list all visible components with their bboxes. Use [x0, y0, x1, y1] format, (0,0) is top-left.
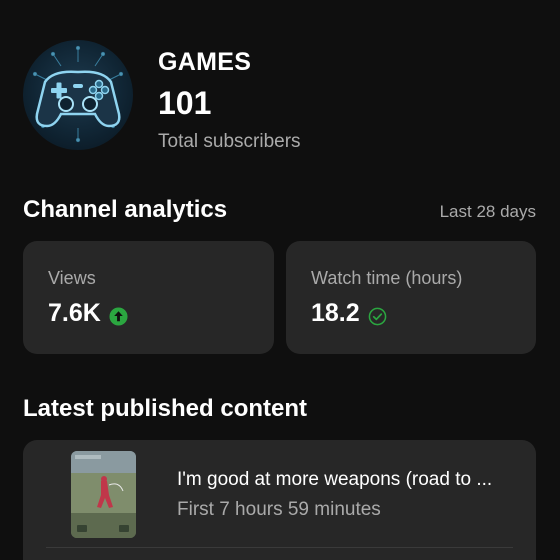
latest-content-title: Latest published content [23, 395, 308, 422]
subscriber-count: 101 [158, 85, 212, 121]
video-thumbnail[interactable] [71, 451, 136, 538]
analytics-title: Channel analytics [23, 196, 228, 223]
views-value: 7.6K [48, 299, 101, 327]
channel-name: GAMES [158, 48, 252, 76]
watch-time-value-row: 18.2 [311, 299, 387, 328]
gameplay-thumbnail-icon [71, 451, 136, 538]
views-value-row: 7.6K [48, 299, 128, 328]
divider [46, 547, 513, 548]
watch-time-value: 18.2 [311, 299, 360, 327]
channel-avatar[interactable] [23, 40, 133, 150]
video-title[interactable]: I'm good at more weapons (road to ... [177, 469, 517, 491]
watch-time-card[interactable]: Watch time (hours) 18.2 [286, 241, 536, 354]
check-circle-icon [368, 304, 387, 326]
channel-header: GAMES 101 Total subscribers [23, 40, 543, 160]
latest-content-card[interactable]: I'm good at more weapons (road to ... Fi… [23, 440, 536, 560]
up-arrow-icon [109, 304, 128, 326]
subscriber-label: Total subscribers [158, 131, 301, 152]
views-label: Views [48, 268, 96, 288]
analytics-period[interactable]: Last 28 days [440, 202, 536, 222]
channel-dashboard: GAMES 101 Total subscribers Channel anal… [0, 0, 560, 560]
gamepad-icon [32, 45, 124, 143]
video-meta: First 7 hours 59 minutes [177, 499, 381, 520]
watch-time-label: Watch time (hours) [311, 268, 463, 288]
views-card[interactable]: Views 7.6K [23, 241, 274, 354]
